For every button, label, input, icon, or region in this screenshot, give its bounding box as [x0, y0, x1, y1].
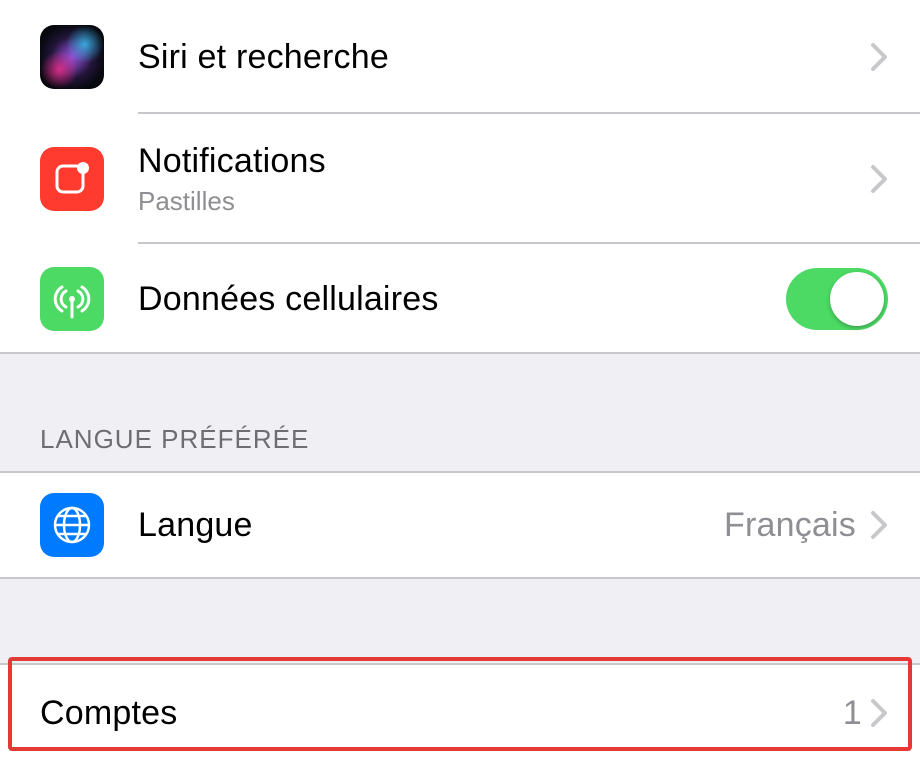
antenna-icon	[40, 267, 104, 331]
chevron-right-icon	[870, 698, 888, 728]
row-notifications[interactable]: Notifications Pastilles	[0, 114, 920, 244]
chevron-right-icon	[870, 510, 888, 540]
settings-group-1: Siri et recherche Notifications Pastille…	[0, 0, 920, 354]
row-labels: Notifications Pastilles	[138, 141, 870, 217]
row-accounts[interactable]: Comptes 1	[0, 663, 920, 763]
divider	[0, 471, 920, 473]
siri-label: Siri et recherche	[138, 37, 870, 78]
accounts-label: Comptes	[40, 693, 843, 734]
settings-group-2: Langue Français	[0, 471, 920, 579]
chevron-right-icon	[870, 164, 888, 194]
language-label: Langue	[138, 505, 724, 546]
notifications-sublabel: Pastilles	[138, 186, 870, 217]
row-labels: Siri et recherche	[138, 37, 870, 78]
notifications-icon	[40, 147, 104, 211]
section-header-language: Langue préférée	[0, 354, 920, 471]
row-labels: Langue	[138, 505, 724, 546]
language-value: Français	[724, 506, 856, 545]
divider	[0, 352, 920, 354]
cellular-toggle[interactable]	[786, 268, 888, 330]
row-labels: Comptes	[40, 693, 843, 734]
row-cellular-data: Données cellulaires	[0, 244, 920, 354]
notifications-label: Notifications	[138, 141, 870, 182]
section-spacer	[0, 579, 920, 663]
toggle-knob	[830, 272, 884, 326]
accounts-value: 1	[843, 694, 862, 733]
siri-icon	[40, 25, 104, 89]
cellular-label: Données cellulaires	[138, 279, 786, 320]
chevron-right-icon	[870, 42, 888, 72]
settings-group-3: Comptes 1	[0, 663, 920, 763]
divider	[0, 663, 920, 665]
row-language[interactable]: Langue Français	[0, 471, 920, 579]
globe-icon	[40, 493, 104, 557]
row-labels: Données cellulaires	[138, 279, 786, 320]
row-siri[interactable]: Siri et recherche	[0, 0, 920, 114]
